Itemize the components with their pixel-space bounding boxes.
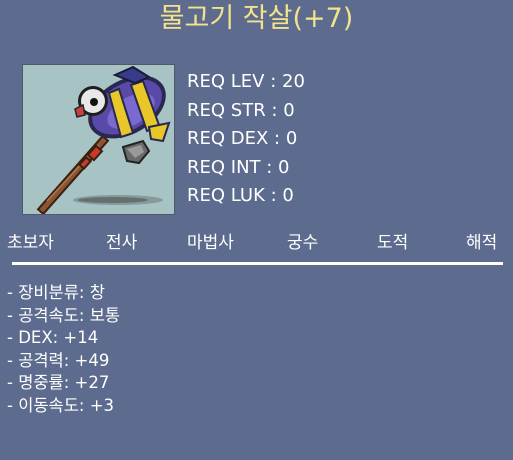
req-str: REQ STR : 0	[187, 99, 295, 121]
fish-harpoon-icon	[36, 65, 171, 214]
stat-attack-speed: - 공격속도: 보통	[7, 305, 121, 325]
stat-attack: - 공격력: +49	[7, 350, 110, 370]
job-beginner: 초보자	[7, 233, 54, 253]
stat-equip-type: - 장비분류: 창	[7, 283, 105, 302]
requirements-list: REQ LEV : 20 REQ STR : 0 REQ DEX : 0 REQ…	[187, 68, 387, 211]
job-bowman: 궁수	[287, 233, 319, 253]
item-image-box	[22, 64, 175, 215]
req-int: REQ INT : 0	[187, 156, 290, 178]
item-stats-list: - 장비분류: 창 - 공격속도: 보통 - DEX: +14 - 공격력: +…	[7, 282, 497, 417]
divider	[12, 262, 503, 265]
stat-dex: - DEX: +14	[7, 328, 99, 347]
item-title: 물고기 작살(+7)	[159, 3, 354, 34]
item-tooltip: 물고기 작살(+7) REQ LEV: 20 REQ STR: 0 REQ …	[0, 0, 513, 460]
job-thief: 도적	[377, 233, 409, 253]
stat-speed: - 이동속도: +3	[7, 395, 115, 415]
job-warrior: 전사	[106, 233, 138, 253]
job-list: 초보자 전사 마법사 궁수 도적 해적	[0, 231, 513, 259]
job-magician: 마법사	[187, 233, 234, 253]
req-dex: REQ DEX : 0	[187, 128, 298, 149]
stat-accuracy: - 명중률: +27	[7, 373, 110, 392]
req-level: REQ LEV : 20	[187, 71, 305, 92]
job-pirate: 해적	[466, 233, 498, 253]
req-luk: REQ LUK : 0	[187, 185, 294, 206]
